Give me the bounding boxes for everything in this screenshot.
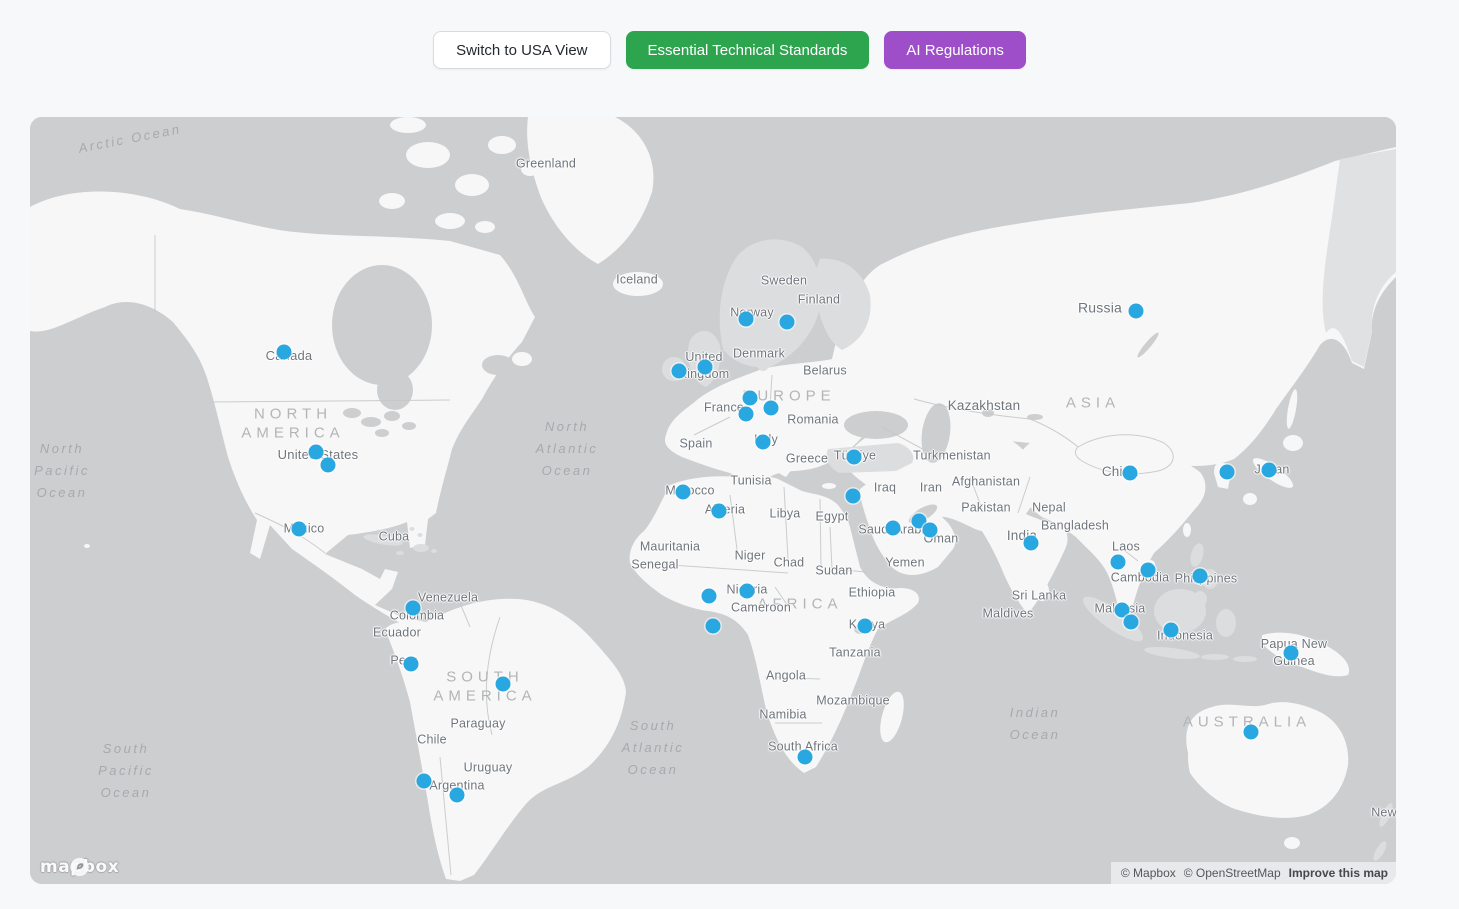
mapbox-logo[interactable]: mapbox [40,857,119,877]
map-marker-sweden[interactable] [780,315,795,330]
map-marker-south-africa[interactable] [798,750,813,765]
map-marker-netherlands[interactable] [743,391,758,406]
map-marker-philippines[interactable] [1193,569,1208,584]
map-marker-vietnam[interactable] [1141,563,1156,578]
map-marker-brazil[interactable] [496,677,511,692]
map-marker-argentina[interactable] [450,788,465,803]
map-marker-chile[interactable] [417,774,432,789]
map-marker-usa-east[interactable] [321,458,336,473]
map-marker-mexico[interactable] [292,522,307,537]
osm-attribution-link[interactable]: © OpenStreetMap [1184,866,1281,880]
map-attribution: © Mapbox © OpenStreetMap Improve this ma… [1111,862,1396,884]
map-marker-ireland[interactable] [672,364,687,379]
map-marker-uae[interactable] [923,523,938,538]
map-marker-india[interactable] [1024,536,1039,551]
map-marker-peru[interactable] [404,657,419,672]
world-map-svg [30,117,1396,884]
switch-usa-view-button[interactable]: Switch to USA View [433,31,610,69]
map-marker-saudi-arabia[interactable] [886,521,901,536]
map-marker-italy[interactable] [756,435,771,450]
map-marker-kenya[interactable] [858,619,873,634]
map-canvas[interactable]: Arctic OceanNorth Pacific OceanNorth Atl… [30,117,1396,884]
map-marker-russia[interactable] [1129,304,1144,319]
mapbox-logo-icon [40,857,119,877]
map-marker-japan[interactable] [1262,463,1277,478]
map-marker-singapore[interactable] [1124,615,1139,630]
map-marker-colombia[interactable] [406,601,421,616]
map-marker-switzerland[interactable] [739,407,754,422]
map-marker-algeria[interactable] [712,504,727,519]
map-marker-gulf-of-guinea[interactable] [706,619,721,634]
improve-map-link[interactable]: Improve this map [1289,866,1388,880]
map-marker-usa-west[interactable] [309,445,324,460]
map-marker-thailand[interactable] [1111,555,1126,570]
map-marker-germany[interactable] [764,401,779,416]
map-marker-papua-new-guinea[interactable] [1284,646,1299,661]
map-marker-nigeria[interactable] [740,584,755,599]
map-marker-china[interactable] [1123,466,1138,481]
mapbox-attribution-link[interactable]: © Mapbox [1121,866,1176,880]
map-marker-turkiye[interactable] [847,450,862,465]
toolbar: Switch to USA View Essential Technical S… [0,31,1459,69]
map-marker-canada[interactable] [277,345,292,360]
map-marker-indonesia[interactable] [1164,623,1179,638]
essential-technical-standards-button[interactable]: Essential Technical Standards [626,31,870,69]
map-marker-norway[interactable] [739,312,754,327]
map-marker-australia[interactable] [1244,725,1259,740]
map-marker-morocco[interactable] [676,485,691,500]
map-marker-south-korea[interactable] [1220,465,1235,480]
map-marker-israel[interactable] [846,489,861,504]
map-marker-ghana[interactable] [702,589,717,604]
ai-regulations-button[interactable]: AI Regulations [884,31,1026,69]
map-marker-united-kingdom[interactable] [698,360,713,375]
